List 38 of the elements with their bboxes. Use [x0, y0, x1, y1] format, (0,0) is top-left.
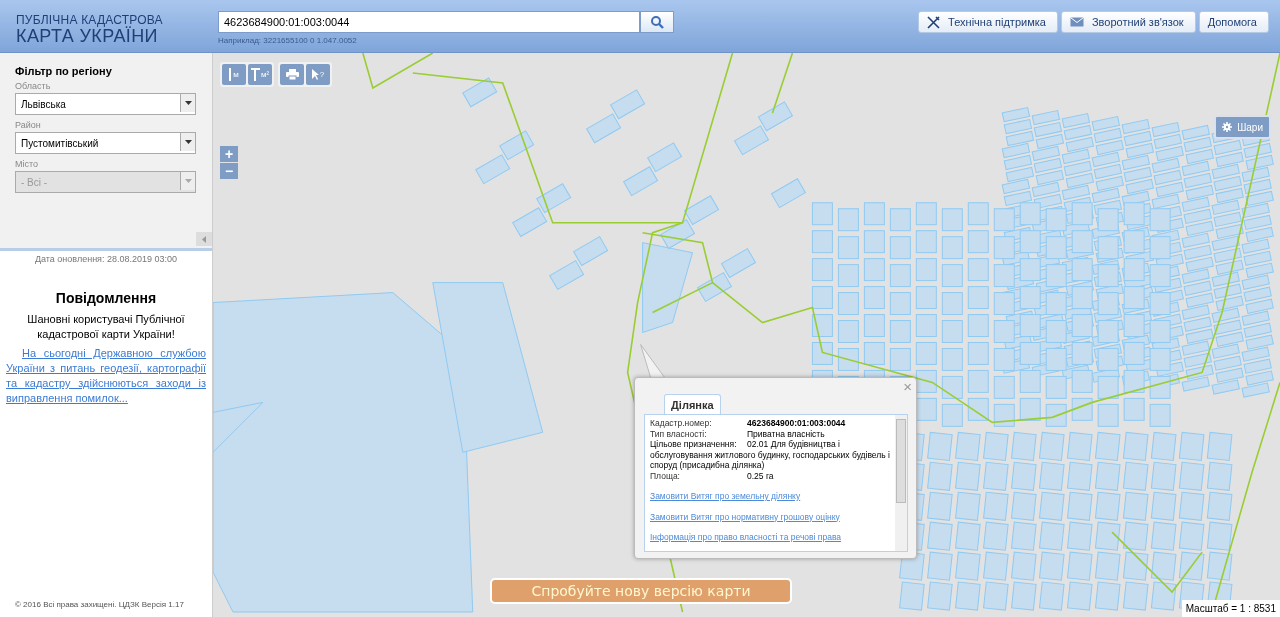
- notice-link[interactable]: На сьогодні Державною службою України з питань геодезії, картографії та кадастру здійснюються заходи із виправлення помилок...: [6, 346, 206, 406]
- identify-button[interactable]: ?: [306, 64, 330, 85]
- info-label: Тип власності:: [650, 428, 708, 439]
- measure-length-button[interactable]: м: [222, 64, 246, 85]
- zoom-out-button[interactable]: −: [220, 163, 238, 179]
- info-label: Кадастр.номер:: [650, 418, 713, 429]
- close-button[interactable]: ×: [903, 380, 912, 394]
- layers-button[interactable]: Шари: [1214, 115, 1271, 139]
- order-link[interactable]: Інформація про право власності та речові права: [650, 532, 890, 543]
- notice-title: Повідомлення: [54, 290, 158, 306]
- field-label: Район: [15, 120, 42, 130]
- info-value: Приватна власність: [747, 428, 826, 439]
- header-button[interactable]: Допомога: [1198, 11, 1269, 33]
- update-date: Дата оновлення: 28.08.2019 03:00: [33, 254, 179, 264]
- search-field[interactable]: 4623684900:01:003:0044: [218, 11, 640, 33]
- copyright: © 2016 Всі права захищені. ЦДЗК Версія 1.17: [15, 600, 185, 609]
- logo-subtitle: КАРТА УКРАЇНИ: [16, 27, 158, 46]
- region-select[interactable]: Львівська: [15, 93, 196, 115]
- logo-title: ПУБЛІЧНА КАДАСТРОВА: [16, 13, 164, 27]
- new-version-button[interactable]: Спробуйте нову версію карти: [490, 578, 792, 604]
- search-example: Наприклад: 3221655100 0 1.047.0052: [218, 36, 358, 45]
- info-label: Площа:: [650, 470, 681, 481]
- field-label: Місто: [15, 159, 40, 169]
- measure-area-button[interactable]: м²: [248, 64, 272, 85]
- region-select[interactable]: Пустомитівський: [15, 132, 196, 154]
- popup-tab[interactable]: Ділянка: [664, 394, 721, 414]
- parcel-info-text: Цільове призначення: 02.01 Для будівництва і обслуговування житлового будинку, господарських будівель і споруд (присадибна ділянка): [650, 439, 890, 471]
- header-button[interactable]: Зворотний зв'язок: [1060, 11, 1196, 33]
- scale-label: Масштаб = 1 : 8531: [1181, 600, 1280, 617]
- header-button[interactable]: Технічна підтримка: [918, 11, 1058, 33]
- info-value: 0.25 га: [747, 470, 775, 481]
- order-link[interactable]: Замовити Витяг про нормативну грошову оцінку: [650, 511, 890, 522]
- filter-title: Фільтр по регіону: [15, 65, 113, 77]
- field-label: Область: [15, 81, 52, 91]
- zoom-in-button[interactable]: +: [220, 146, 238, 162]
- order-link[interactable]: Замовити Витяг про земельну ділянку: [650, 491, 890, 502]
- info-value: 4623684900:01:003:0044: [747, 418, 847, 429]
- notice-text: Шановні користувачі Публічної кадастрової карти України!: [26, 312, 186, 342]
